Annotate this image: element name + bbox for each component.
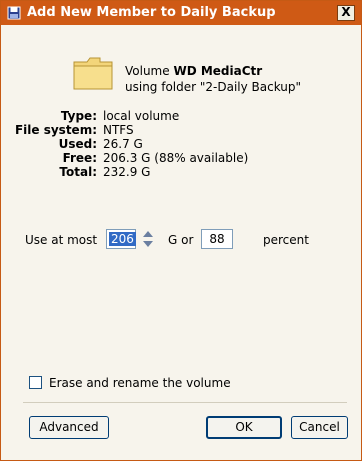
- gigabytes-input[interactable]: 206: [106, 229, 136, 249]
- info-label: Free:: [62, 151, 97, 165]
- info-label: Used:: [58, 137, 97, 151]
- percent-input[interactable]: 88: [201, 229, 233, 249]
- info-row-total: Total: 232.9 G: [1, 165, 364, 180]
- g-or-label: G or: [168, 233, 194, 247]
- save-disk-icon: [7, 6, 21, 20]
- ok-button[interactable]: OK: [206, 416, 282, 439]
- volume-name: WD MediaCtr: [173, 64, 263, 78]
- volume-name-line: Volume WD MediaCtr: [125, 64, 262, 78]
- info-row-used: Used: 26.7 G: [1, 137, 364, 152]
- info-value: 232.9 G: [103, 165, 151, 179]
- window-title: Add New Member to Daily Backup: [27, 5, 276, 20]
- volume-prefix: Volume: [125, 64, 174, 78]
- info-label: Type:: [60, 109, 97, 123]
- gigabytes-value: 206: [109, 232, 136, 246]
- spin-up-icon[interactable]: [143, 231, 153, 237]
- info-row-file-system: File system: NTFS: [1, 123, 364, 138]
- info-value: 206.3 G (88% available): [103, 151, 249, 165]
- info-value: 26.7 G: [103, 137, 143, 151]
- cancel-button[interactable]: Cancel: [291, 416, 348, 439]
- folder-icon: [73, 57, 113, 90]
- info-row-type: Type: local volume: [1, 109, 364, 124]
- info-value: local volume: [103, 109, 180, 123]
- erase-volume-label[interactable]: Erase and rename the volume: [49, 376, 231, 390]
- info-value: NTFS: [103, 123, 134, 137]
- erase-volume-option[interactable]: Erase and rename the volume: [29, 375, 249, 391]
- volume-folder-line: using folder "2-Daily Backup": [125, 80, 302, 94]
- title-bar[interactable]: Add New Member to Daily Backup X: [1, 1, 361, 25]
- use-at-most-label: Use at most: [25, 233, 98, 247]
- percent-label: percent: [263, 233, 309, 247]
- gigabytes-spinner[interactable]: [141, 229, 155, 249]
- info-row-free: Free: 206.3 G (88% available): [1, 151, 364, 166]
- erase-volume-checkbox[interactable]: [29, 376, 42, 389]
- close-button[interactable]: X: [337, 5, 355, 21]
- limit-row: Use at most 206 G or 88 percent: [1, 227, 364, 251]
- button-separator: [23, 402, 347, 403]
- advanced-button[interactable]: Advanced: [29, 416, 109, 439]
- info-label: Total:: [59, 165, 97, 179]
- info-label: File system:: [14, 123, 97, 137]
- dialog-window: Add New Member to Daily Backup X Volume …: [0, 0, 362, 461]
- spin-down-icon[interactable]: [143, 241, 153, 247]
